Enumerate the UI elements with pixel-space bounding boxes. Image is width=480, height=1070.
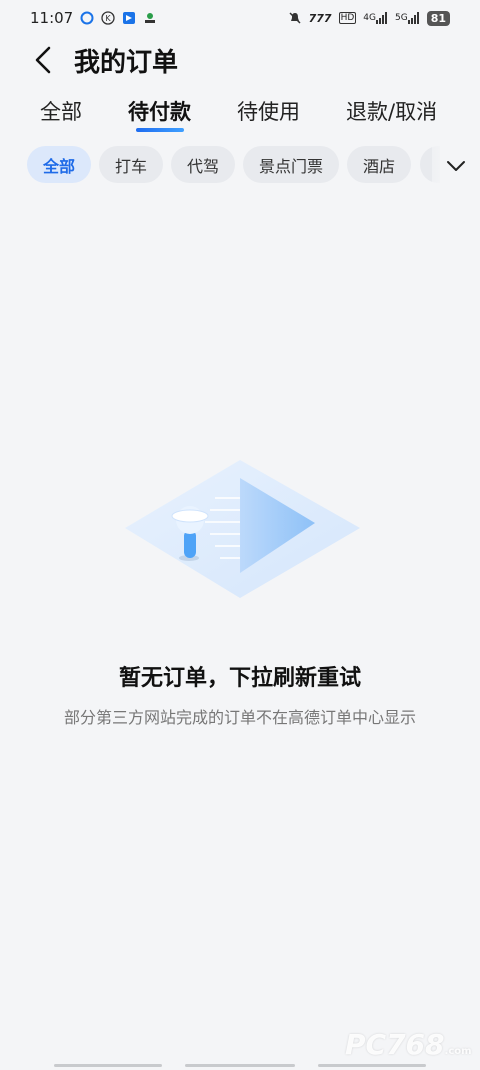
k-circle-icon: K (101, 11, 115, 25)
battery-indicator: 81 (426, 10, 450, 26)
tab-pending-payment[interactable]: 待付款 (128, 96, 191, 126)
status-left: 11:07 K (30, 9, 157, 27)
status-time: 11:07 (30, 9, 74, 27)
active-tab-indicator (136, 128, 184, 132)
category-chips: 全部 打车 代驾 景点门票 酒店 (0, 146, 480, 186)
svg-text:K: K (106, 14, 112, 23)
home-indicator-center[interactable] (185, 1064, 295, 1067)
tab-all[interactable]: 全部 (40, 96, 82, 126)
hd-icon: HD (338, 12, 357, 24)
page-title: 我的订单 (74, 47, 179, 78)
chip-taxi[interactable]: 打车 (99, 146, 163, 183)
chip-all[interactable]: 全部 (27, 146, 91, 183)
tab-to-use[interactable]: 待使用 (237, 96, 300, 126)
chevron-down-icon (447, 161, 465, 171)
chip-attraction-tickets[interactable]: 景点门票 (243, 146, 339, 183)
signal-4g-icon: 4G (363, 12, 388, 24)
back-button[interactable] (24, 40, 64, 80)
watermark-text: PC768 (345, 1028, 445, 1061)
hd-label: HD (338, 12, 357, 24)
tab-refund-cancel[interactable]: 退款/取消 (346, 96, 437, 126)
app-square-icon (122, 11, 136, 25)
home-indicator-left (54, 1064, 162, 1067)
signal-5g-icon: 5G (395, 12, 420, 24)
net2-label: 5G (394, 13, 408, 23)
app-circle-icon (80, 11, 94, 25)
order-tabs: 全部 待付款 待使用 退款/取消 (0, 92, 480, 138)
home-indicator-right (318, 1064, 426, 1067)
empty-title: 暂无订单，下拉刷新重试 (118, 666, 361, 691)
header: 我的订单 (0, 38, 480, 82)
net1-label: 4G (363, 13, 376, 23)
empty-description: 部分第三方网站完成的订单不在高德订单中心显示 (63, 708, 416, 727)
chip-designated-driver[interactable]: 代驾 (171, 146, 235, 183)
status-bar: 11:07 K 777 HD 4G 5G 81 (0, 0, 480, 36)
mute-icon (288, 11, 302, 25)
status-right: 777 HD 4G 5G 81 (288, 10, 450, 26)
watermark-sub: .com (444, 1046, 472, 1057)
cloud-app-icon (143, 11, 157, 25)
expand-chips-button[interactable] (432, 146, 480, 186)
speed-icon: 777 (308, 11, 332, 25)
chip-hotel[interactable]: 酒店 (347, 146, 411, 183)
watermark: PC768.com (345, 1028, 472, 1061)
empty-illustration (115, 448, 365, 608)
chevron-left-icon (35, 46, 51, 74)
